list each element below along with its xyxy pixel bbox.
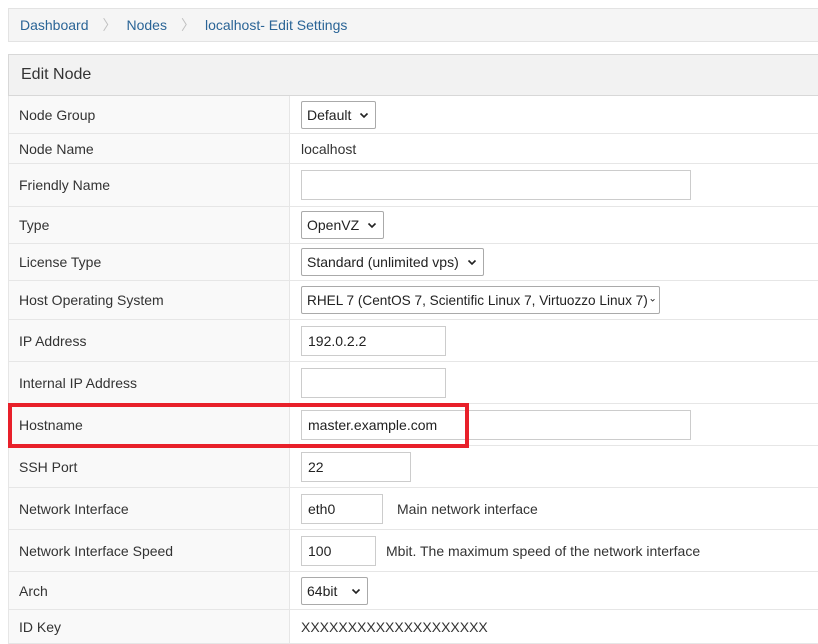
- internal-ip-input[interactable]: [301, 367, 446, 398]
- row-node-group: Node Group Default: [8, 96, 818, 134]
- id-key-label: ID Key: [9, 610, 290, 643]
- network-interface-input[interactable]: [301, 493, 383, 524]
- chevron-right-icon: 〉: [102, 17, 117, 33]
- chevron-down-icon: [650, 298, 655, 302]
- chevron-down-icon: [368, 222, 377, 229]
- license-type-select[interactable]: Standard (unlimited vps): [301, 248, 484, 276]
- ssh-port-input[interactable]: [301, 451, 411, 482]
- node-name-label: Node Name: [9, 134, 290, 163]
- row-network-interface: Network Interface Main network interface: [8, 488, 818, 530]
- panel-title: Edit Node: [8, 54, 818, 96]
- row-arch: Arch 64bit: [8, 572, 818, 610]
- ip-address-label: IP Address: [9, 320, 290, 361]
- row-ip-address: IP Address: [8, 320, 818, 362]
- hostname-input[interactable]: [301, 409, 691, 440]
- internal-ip-label: Internal IP Address: [9, 362, 290, 403]
- row-license-type: License Type Standard (unlimited vps): [8, 244, 818, 281]
- license-type-label: License Type: [9, 244, 290, 280]
- chevron-down-icon: [467, 259, 476, 266]
- type-label: Type: [9, 207, 290, 243]
- host-os-label: Host Operating System: [9, 281, 290, 319]
- network-speed-input[interactable]: [301, 535, 376, 566]
- arch-selected-value: 64bit: [307, 582, 338, 599]
- row-node-name: Node Name localhost: [8, 134, 818, 164]
- node-group-selected-value: Default: [307, 106, 352, 123]
- network-interface-label: Network Interface: [9, 488, 290, 529]
- friendly-name-label: Friendly Name: [9, 164, 290, 206]
- chevron-down-icon: [352, 588, 361, 594]
- node-group-label: Node Group: [9, 96, 290, 133]
- hostname-label: Hostname: [9, 404, 290, 445]
- row-friendly-name: Friendly Name: [8, 164, 818, 207]
- chevron-down-icon: [360, 112, 369, 118]
- host-os-selected-value: RHEL 7 (CentOS 7, Scientific Linux 7, Vi…: [307, 292, 648, 308]
- row-type: Type OpenVZ: [8, 207, 818, 244]
- row-ssh-port: SSH Port: [8, 446, 818, 488]
- ssh-port-label: SSH Port: [9, 446, 290, 487]
- row-id-key: ID Key XXXXXXXXXXXXXXXXXXXX: [8, 610, 818, 644]
- type-selected-value: OpenVZ: [307, 217, 360, 233]
- node-name-value: localhost: [301, 140, 357, 157]
- row-internal-ip: Internal IP Address: [8, 362, 818, 404]
- friendly-name-input[interactable]: [301, 170, 691, 200]
- breadcrumb-dashboard-link[interactable]: Dashboard: [20, 17, 89, 33]
- breadcrumb-current-page[interactable]: localhost- Edit Settings: [205, 17, 347, 33]
- type-select[interactable]: OpenVZ: [301, 211, 385, 239]
- chevron-right-icon: 〉: [180, 17, 195, 33]
- id-key-value: XXXXXXXXXXXXXXXXXXXX: [301, 618, 488, 635]
- arch-select[interactable]: 64bit: [301, 576, 369, 605]
- network-speed-hint: Mbit. The maximum speed of the network i…: [386, 542, 701, 559]
- host-os-select[interactable]: RHEL 7 (CentOS 7, Scientific Linux 7, Vi…: [301, 286, 660, 314]
- row-network-speed: Network Interface Speed Mbit. The maximu…: [8, 530, 818, 572]
- ip-address-input[interactable]: [301, 325, 446, 356]
- arch-label: Arch: [9, 572, 290, 609]
- network-interface-hint: Main network interface: [397, 500, 538, 517]
- node-group-select[interactable]: Default: [301, 100, 377, 129]
- breadcrumb-nodes-link[interactable]: Nodes: [127, 17, 167, 33]
- breadcrumb: Dashboard 〉 Nodes 〉 localhost- Edit Sett…: [8, 8, 818, 42]
- network-speed-label: Network Interface Speed: [9, 530, 290, 571]
- row-host-os: Host Operating System RHEL 7 (CentOS 7, …: [8, 281, 818, 320]
- license-type-selected-value: Standard (unlimited vps): [307, 254, 459, 270]
- row-hostname: Hostname: [8, 404, 818, 446]
